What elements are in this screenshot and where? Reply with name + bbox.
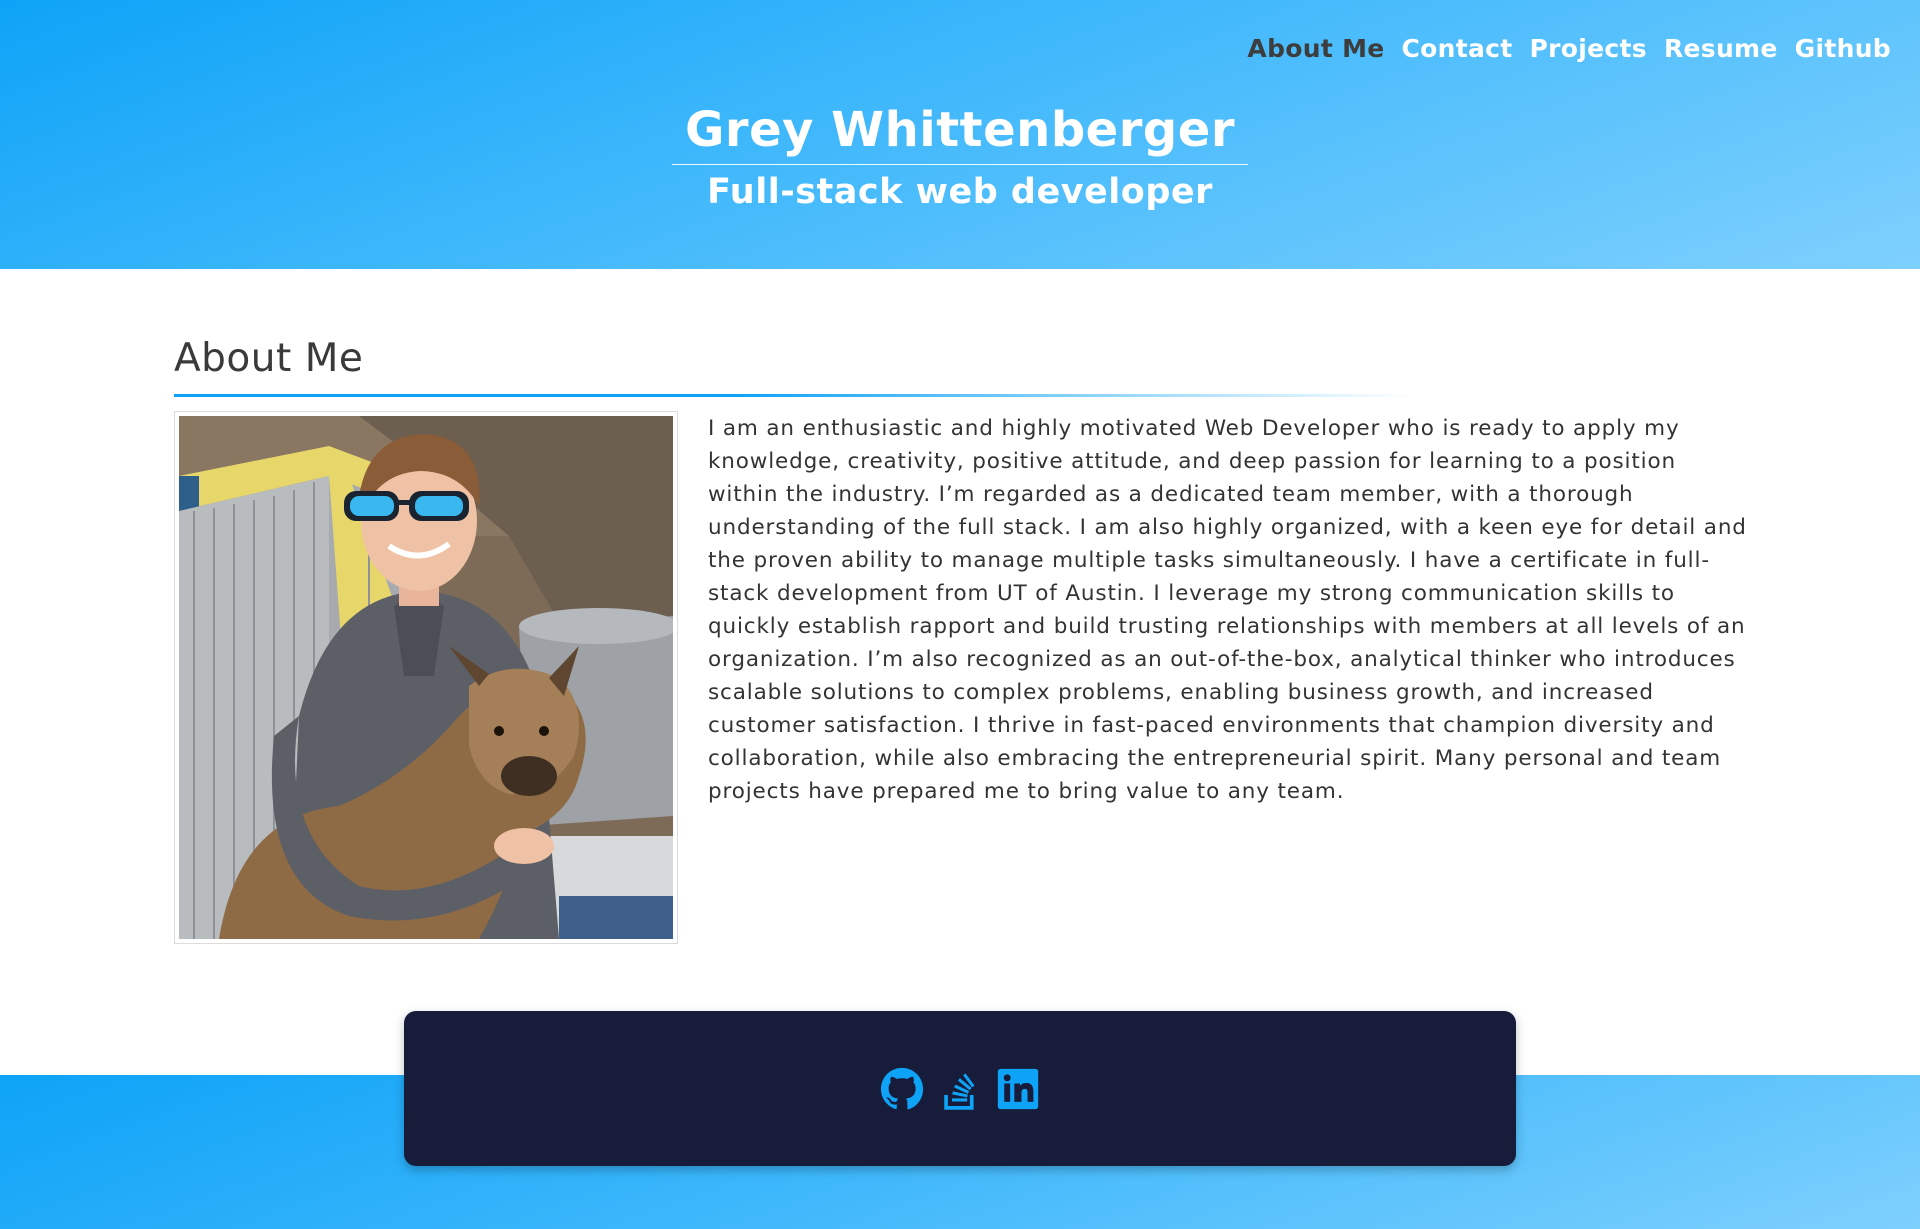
github-link[interactable] (880, 1067, 924, 1111)
top-nav: About Me Contact Projects Resume Github (1247, 34, 1891, 63)
title-block: Grey Whittenberger Full-stack web develo… (672, 100, 1248, 217)
stackoverflow-icon (944, 1072, 975, 1110)
stackoverflow-link[interactable] (938, 1067, 982, 1111)
nav-github[interactable]: Github (1795, 34, 1891, 63)
title-divider (672, 164, 1248, 165)
section-divider (174, 394, 1414, 397)
site-subtitle: Full-stack web developer (707, 172, 1213, 212)
linkedin-icon (997, 1068, 1039, 1109)
header-banner: About Me Contact Projects Resume Github … (0, 0, 1920, 269)
site-owner-name: Grey Whittenberger (685, 102, 1235, 158)
section-heading-about: About Me (174, 336, 364, 381)
nav-resume[interactable]: Resume (1664, 34, 1778, 63)
github-icon (880, 1067, 924, 1109)
nav-contact[interactable]: Contact (1402, 34, 1513, 63)
footer-social-bar (404, 1011, 1516, 1166)
nav-projects[interactable]: Projects (1530, 34, 1647, 63)
linkedin-link[interactable] (996, 1067, 1040, 1111)
profile-photo-frame (174, 411, 678, 944)
about-paragraph: I am an enthusiastic and highly motivate… (708, 416, 1747, 804)
nav-about-me[interactable]: About Me (1247, 34, 1384, 63)
profile-photo (179, 416, 673, 939)
